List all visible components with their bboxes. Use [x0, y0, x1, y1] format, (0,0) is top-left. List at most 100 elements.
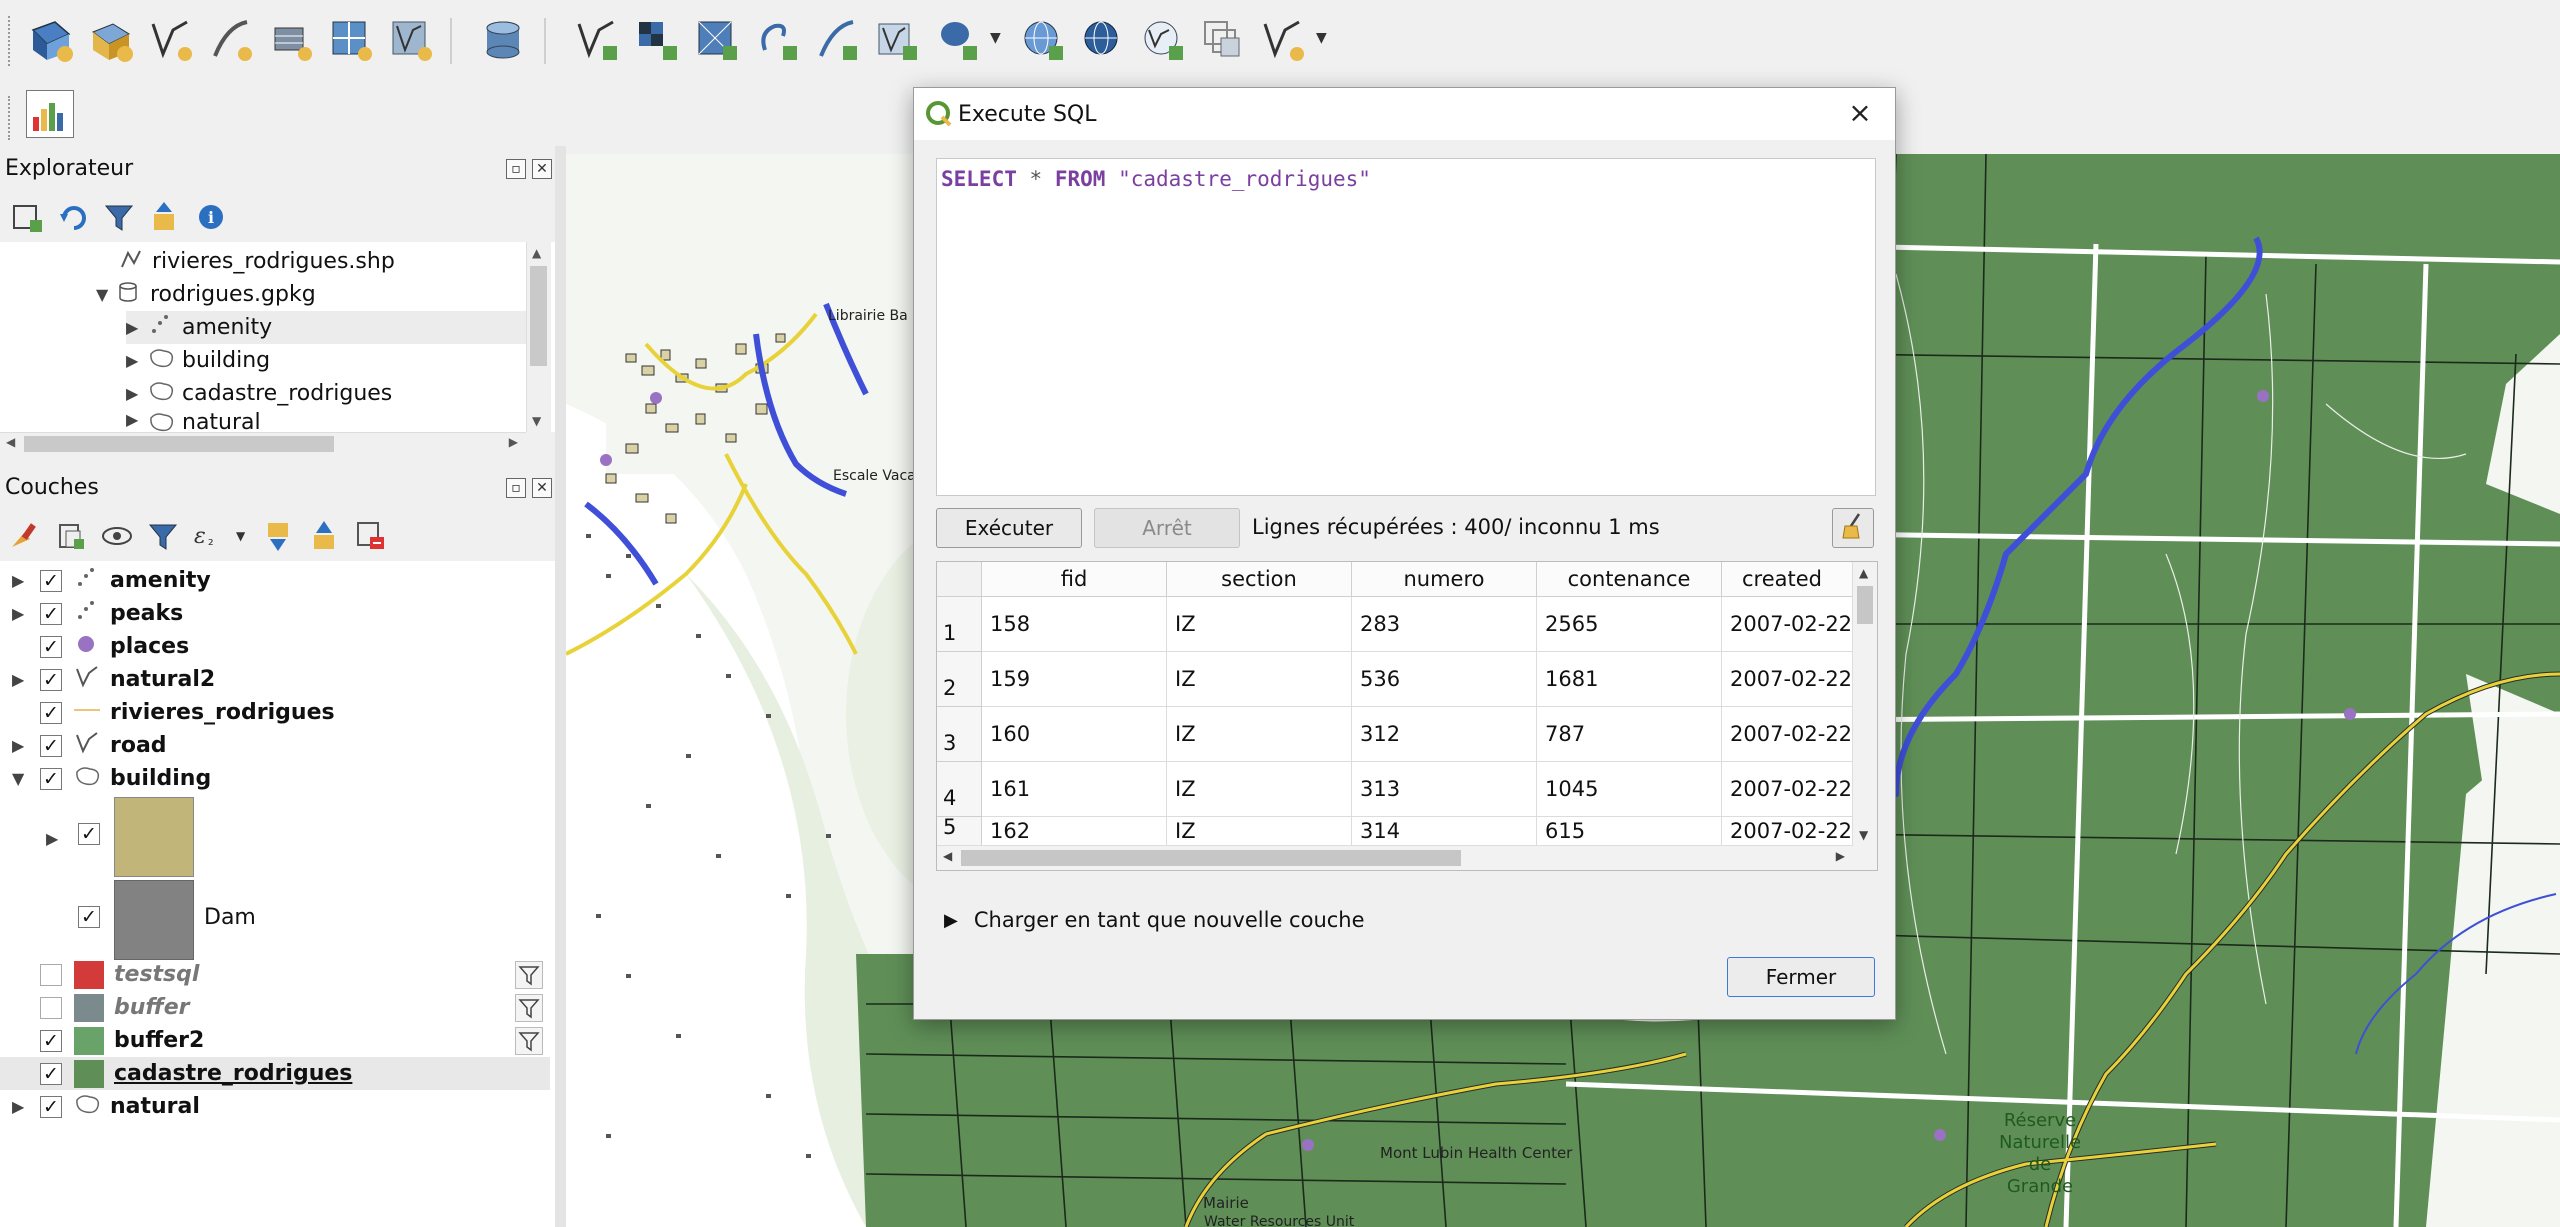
add-spatialite-icon[interactable] [810, 12, 864, 68]
layer-row-rivieres[interactable]: ▶ ✓ rivieres_rodrigues [12, 696, 335, 729]
table-cell[interactable]: 161 [982, 762, 1167, 817]
list-item[interactable]: ▶ natural [126, 410, 261, 432]
add-raster-layer-icon[interactable] [84, 12, 138, 68]
layer-checkbox[interactable]: ✓ [40, 734, 62, 757]
layer-row-buffer2[interactable]: ▶ ✓ buffer2 [12, 1024, 204, 1057]
stop-button[interactable]: Arrêt [1094, 508, 1240, 548]
chevron-down-icon[interactable]: ▼ [236, 529, 245, 543]
table-cell[interactable]: IZ [1167, 707, 1352, 762]
toolbar-handle[interactable] [8, 16, 16, 66]
add-line-icon[interactable] [570, 12, 624, 68]
add-postgis-icon[interactable] [930, 12, 984, 68]
float-panel-icon[interactable]: ▫ [506, 478, 526, 498]
style-manager-icon[interactable] [8, 519, 42, 553]
add-delimited-text-icon[interactable] [750, 12, 804, 68]
table-cell[interactable]: 159 [982, 652, 1167, 707]
filter-legend-icon[interactable] [146, 519, 180, 553]
expand-arrow-icon[interactable]: ▶ [46, 829, 58, 848]
table-cell[interactable]: 312 [1352, 707, 1537, 762]
clear-broom-button[interactable] [1832, 508, 1874, 548]
layer-row-building[interactable]: ▼ ✓ building [12, 762, 211, 795]
expand-arrow-icon[interactable]: ▶ [944, 910, 958, 931]
table-cell[interactable]: IZ [1167, 762, 1352, 817]
layer-row-natural[interactable]: ▶ ✓ natural [12, 1090, 200, 1123]
table-cell[interactable]: 2565 [1537, 597, 1722, 652]
layer-row-buffer[interactable]: ▶ buffer [12, 991, 190, 1024]
class-checkbox[interactable]: ✓ [78, 823, 100, 845]
close-panel-icon[interactable]: ✕ [532, 478, 552, 498]
histogram-icon[interactable] [26, 90, 74, 138]
column-header[interactable]: fid [982, 562, 1167, 597]
table-cell[interactable]: 2007-02-22 [1722, 707, 1857, 762]
table-cell[interactable]: 615 [1537, 817, 1722, 846]
layer-checkbox[interactable]: ✓ [40, 635, 62, 658]
add-vector-tile-icon[interactable] [1256, 12, 1310, 68]
add-wms-icon[interactable] [1016, 12, 1070, 68]
table-cell[interactable]: 283 [1352, 597, 1537, 652]
filter-icon[interactable] [515, 961, 543, 989]
close-button[interactable]: Fermer [1727, 957, 1875, 997]
expand-arrow-icon[interactable]: ▶ [12, 736, 26, 755]
row-number[interactable]: 1 [937, 597, 982, 652]
expand-arrow-icon[interactable]: ▶ [12, 571, 26, 590]
table-cell[interactable]: 2007-02-22 [1722, 762, 1857, 817]
list-item[interactable]: rivieres_rodrigues.shp [118, 245, 395, 278]
table-cell[interactable]: IZ [1167, 652, 1352, 707]
execute-button[interactable]: Exécuter [936, 508, 1082, 548]
new-line-layer-icon[interactable] [144, 12, 198, 68]
add-virtual-layer-icon[interactable] [870, 12, 924, 68]
table-cell[interactable]: 2007-02-22 [1722, 817, 1857, 846]
row-number[interactable]: 3 [937, 707, 982, 762]
table-cell[interactable]: IZ [1167, 817, 1352, 846]
table-cell[interactable]: 2007-02-22 [1722, 597, 1857, 652]
expand-all-icon[interactable] [262, 519, 296, 553]
layer-checkbox[interactable]: ✓ [40, 1095, 62, 1118]
layer-checkbox[interactable] [40, 996, 62, 1019]
table-cell[interactable]: 787 [1537, 707, 1722, 762]
row-number[interactable]: 2 [937, 652, 982, 707]
expand-arrow-icon[interactable]: ▶ [126, 351, 140, 370]
add-vector-layer-icon[interactable] [24, 12, 78, 68]
database-icon[interactable] [476, 12, 530, 68]
panel-splitter[interactable] [555, 146, 566, 1227]
collapse-all-icon[interactable] [148, 200, 182, 234]
chevron-down-icon[interactable]: ▼ [990, 30, 1001, 46]
add-xyz-icon[interactable] [1196, 12, 1250, 68]
list-item[interactable]: ▶ cadastre_rodrigues [126, 377, 392, 410]
column-header[interactable]: numero [1352, 562, 1537, 597]
layer-row-amenity[interactable]: ▶ ✓ amenity [12, 564, 211, 597]
add-raster-icon[interactable] [630, 12, 684, 68]
layer-checkbox[interactable]: ✓ [40, 602, 62, 625]
layer-row-testsql[interactable]: ▶ testsql [12, 958, 199, 991]
add-wcs-icon[interactable] [1136, 12, 1190, 68]
table-cell[interactable]: IZ [1167, 597, 1352, 652]
explorer-hscrollbar[interactable]: ◀ ▶ [0, 432, 526, 455]
refresh-icon[interactable] [56, 200, 90, 234]
dialog-titlebar[interactable]: Execute SQL × [914, 88, 1895, 140]
add-selected-layers-icon[interactable] [10, 200, 44, 234]
layer-checkbox[interactable]: ✓ [40, 767, 62, 790]
expand-arrow-icon[interactable]: ▼ [96, 285, 110, 304]
table-cell[interactable]: 1045 [1537, 762, 1722, 817]
table-cell[interactable]: 536 [1352, 652, 1537, 707]
add-group-icon[interactable] [54, 519, 88, 553]
row-number[interactable]: 5 [937, 815, 982, 846]
layer-checkbox[interactable]: ✓ [40, 1062, 62, 1085]
new-virtual-layer-icon[interactable] [384, 12, 438, 68]
expand-arrow-icon[interactable]: ▶ [12, 604, 26, 623]
info-icon[interactable]: i [194, 200, 228, 234]
results-hscrollbar[interactable]: ◀ ▶ [937, 845, 1853, 870]
remove-layer-icon[interactable] [354, 519, 388, 553]
filter-icon[interactable] [515, 994, 543, 1022]
digitize-icon[interactable] [204, 12, 258, 68]
add-mesh-icon[interactable] [690, 12, 744, 68]
filter-icon[interactable] [515, 1027, 543, 1055]
toolbar-handle[interactable] [8, 96, 16, 140]
add-wfs-icon[interactable] [1076, 12, 1130, 68]
layer-row-natural2[interactable]: ▶ ✓ natural2 [12, 663, 215, 696]
close-panel-icon[interactable]: ✕ [532, 159, 552, 179]
results-vscrollbar[interactable]: ▲ ▼ [1852, 562, 1877, 870]
load-as-layer-toggle[interactable]: ▶ Charger en tant que nouvelle couche [944, 908, 1365, 932]
table-cell[interactable]: 1681 [1537, 652, 1722, 707]
collapse-arrow-icon[interactable]: ▼ [12, 769, 26, 788]
